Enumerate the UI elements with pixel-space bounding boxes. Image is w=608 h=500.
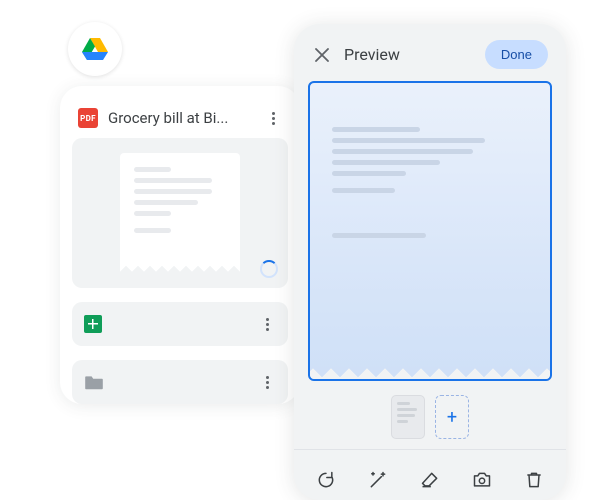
- eraser-icon: [420, 470, 440, 490]
- file-header: PDF Grocery bill at Bi...: [72, 104, 288, 138]
- camera-button[interactable]: [462, 460, 502, 500]
- add-page-button[interactable]: +: [435, 395, 469, 439]
- page-thumbnail[interactable]: [391, 395, 425, 439]
- loading-spinner-icon: [260, 260, 278, 278]
- drive-logo: [68, 22, 122, 76]
- close-icon: [315, 48, 329, 62]
- file-thumbnail[interactable]: [72, 138, 288, 288]
- preview-toolbar: [294, 449, 566, 500]
- file-title: Grocery bill at Bi...: [108, 109, 254, 127]
- page-thumbnails: +: [308, 381, 552, 449]
- pdf-icon: PDF: [78, 108, 98, 128]
- delete-button[interactable]: [514, 460, 554, 500]
- folder-icon: [84, 374, 104, 390]
- scan-preview[interactable]: [308, 81, 552, 381]
- enhance-button[interactable]: [358, 460, 398, 500]
- refresh-icon: [316, 470, 336, 490]
- receipt-preview: [120, 153, 240, 273]
- file-card: PDF Grocery bill at Bi...: [60, 86, 300, 404]
- more-options-button[interactable]: [264, 112, 282, 125]
- erase-button[interactable]: [410, 460, 450, 500]
- list-item[interactable]: [72, 302, 288, 346]
- camera-icon: [472, 470, 492, 490]
- list-item[interactable]: [72, 360, 288, 404]
- preview-panel: Preview Done +: [294, 24, 566, 500]
- close-button[interactable]: [312, 45, 332, 65]
- preview-title: Preview: [344, 45, 473, 64]
- trash-icon: [524, 470, 544, 490]
- drive-icon: [81, 37, 109, 61]
- more-options-button[interactable]: [258, 376, 276, 389]
- more-options-button[interactable]: [258, 318, 276, 331]
- retake-button[interactable]: [306, 460, 346, 500]
- preview-header: Preview Done: [308, 38, 552, 81]
- done-button[interactable]: Done: [485, 40, 548, 69]
- sheets-icon: [84, 315, 102, 333]
- magic-wand-icon: [368, 470, 388, 490]
